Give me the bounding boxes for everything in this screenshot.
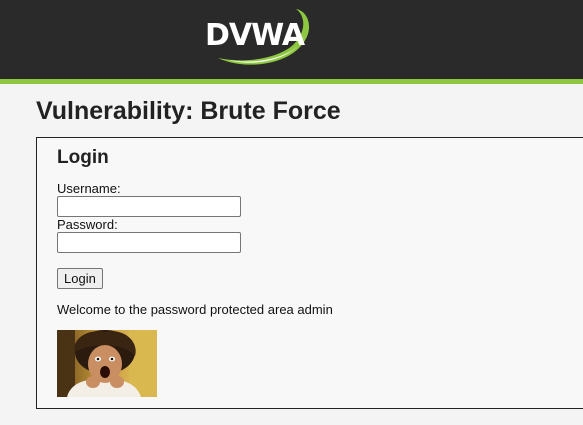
- login-panel: Login Username: Password: Login Welcome …: [36, 137, 583, 409]
- user-avatar: [57, 330, 157, 397]
- welcome-message: Welcome to the password protected area a…: [57, 302, 333, 317]
- login-heading: Login: [57, 147, 109, 168]
- page-title: Vulnerability: Brute Force: [36, 97, 341, 125]
- dvwa-logo[interactable]: DVWA: [198, 6, 314, 70]
- username-label: Username:: [57, 181, 121, 196]
- username-field[interactable]: [57, 196, 241, 217]
- user-photo-icon: [57, 330, 157, 397]
- password-label: Password:: [57, 217, 118, 232]
- header-accent-stripe: [0, 79, 583, 84]
- logo-text: DVWA: [205, 18, 305, 53]
- header-bar: DVWA: [0, 0, 583, 79]
- password-field[interactable]: [57, 232, 241, 253]
- login-button[interactable]: Login: [57, 268, 103, 289]
